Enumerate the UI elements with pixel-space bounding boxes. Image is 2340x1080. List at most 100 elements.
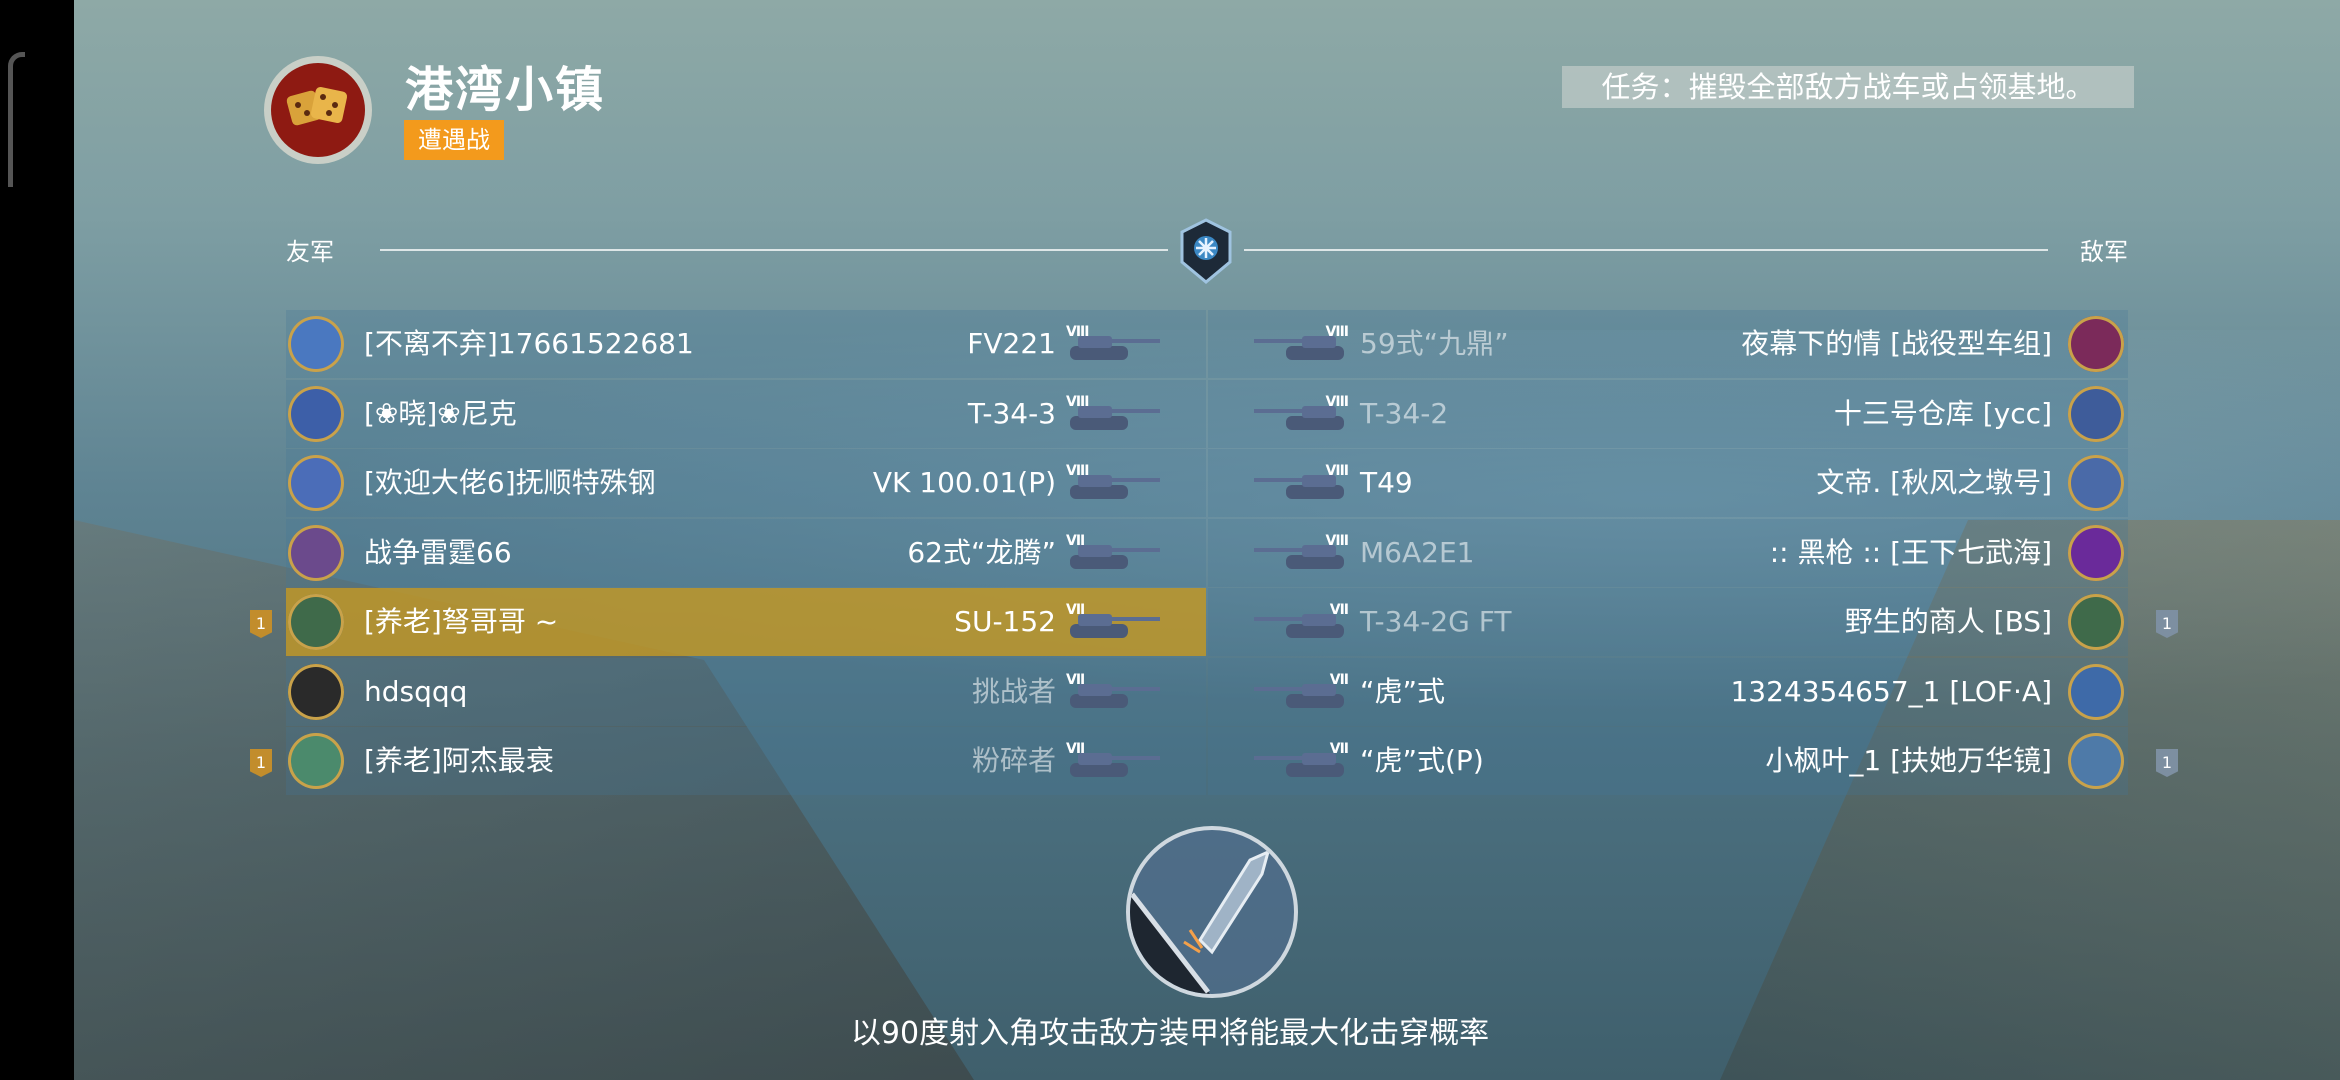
enemy-player-row[interactable]: :: 黑枪 :: [王下七武海] M6A2E1 VIII <box>1208 518 2128 587</box>
enemy-player-row[interactable]: 1 野生的商人 [BS] T-34-2G FT VII <box>1208 588 2178 656</box>
tank-tier: VIII <box>1066 324 1089 340</box>
player-name: 文帝. [秋风之墩号] <box>1816 466 2052 499</box>
tank-tier: VIII <box>1066 393 1089 410</box>
tank-silhouette-icon: VII <box>1248 671 1349 712</box>
tank-name: T49 <box>1360 466 1413 499</box>
platoon-badge: 1 <box>250 749 272 777</box>
tank-tier: VII <box>1329 671 1349 688</box>
ally-player-row[interactable]: 1 [养老]阿杰最衰 粉碎者 VII <box>250 727 1206 795</box>
tank-tier: VII <box>1329 741 1349 757</box>
tank-name: T-34-2G FT <box>1360 605 1512 638</box>
player-avatar-icon[interactable] <box>2068 733 2124 789</box>
tank-name: “虎”式(P) <box>1360 744 1484 777</box>
tank-silhouette-icon: VII <box>1248 741 1349 781</box>
player-avatar-icon[interactable] <box>288 455 344 511</box>
player-name: 十三号仓库 [ycc] <box>1833 396 2052 430</box>
tank-name: 59式“九鼎” <box>1360 327 1509 360</box>
header-divider-right <box>1244 249 2048 251</box>
player-avatar-icon[interactable] <box>2068 316 2124 372</box>
player-name: [欢迎大佬6]抚顺特殊钢 <box>364 466 656 499</box>
tank-tier: VII <box>1066 602 1085 618</box>
tank-silhouette-icon: VIII <box>1248 532 1349 573</box>
player-name: [养老]阿杰最衰 <box>364 744 554 777</box>
tank-tier: VIII <box>1066 463 1089 479</box>
player-name: [❀晓]❀尼克 <box>364 396 517 430</box>
player-avatar-icon[interactable] <box>2068 594 2124 650</box>
tank-silhouette-icon: VIII <box>1248 393 1349 434</box>
device-edge <box>0 0 74 1080</box>
tank-name: 粉碎者 <box>971 744 1056 777</box>
player-avatar-icon[interactable] <box>288 524 344 581</box>
tank-name: SU-152 <box>954 605 1056 638</box>
enemy-player-row[interactable]: 文帝. [秋风之墩号] T49 VIII <box>1208 449 2128 517</box>
ally-player-row[interactable]: hdsqqq 挑战者 VII <box>286 657 1206 726</box>
player-name: 小枫叶_1 [扶她万华镜] <box>1765 744 2052 777</box>
tank-name: FV221 <box>967 327 1056 360</box>
mission-text: 任务：摧毁全部敌方战车或占领基地。 <box>1562 66 2134 108</box>
tank-silhouette-icon: VIII <box>1066 463 1166 503</box>
tank-silhouette-icon: VIII <box>1248 463 1349 503</box>
player-avatar-icon[interactable] <box>288 733 344 789</box>
player-name: [不离不弃]17661522681 <box>364 327 694 360</box>
tank-tier: VIII <box>1325 532 1349 549</box>
tank-tier: VIII <box>1325 393 1349 410</box>
player-name: 战争雷霆66 <box>364 535 512 569</box>
tank-tier: VII <box>1066 532 1085 549</box>
tank-silhouette-icon: VIII <box>1066 324 1166 364</box>
back-gesture-handle[interactable] <box>8 52 25 187</box>
ally-player-row[interactable]: 1 [养老]弩哥哥 ~ SU-152 VII <box>250 588 1206 656</box>
map-emblem <box>264 56 372 164</box>
enemy-player-row[interactable]: 夜幕下的情 [战役型车组] 59式“九鼎” VIII <box>1208 310 2128 378</box>
player-avatar-icon[interactable] <box>288 594 344 650</box>
tank-silhouette-icon: VIII <box>1066 394 1166 434</box>
tank-name: 挑战者 <box>971 674 1056 708</box>
player-name: 夜幕下的情 [战役型车组] <box>1741 327 2052 360</box>
ally-player-row[interactable]: [欢迎大佬6]抚顺特殊钢 VK 100.01(P) VIII <box>286 449 1206 517</box>
tank-silhouette-icon: VII <box>1066 672 1166 712</box>
tank-tier: VII <box>1066 671 1085 688</box>
player-avatar-icon[interactable] <box>288 663 344 720</box>
enemy-team-label: 敌军 <box>2080 238 2128 266</box>
tank-tier: VII <box>1329 602 1349 618</box>
battle-mode-badge: 遭遇战 <box>404 120 504 160</box>
tank-tier: VIII <box>1325 324 1349 340</box>
player-avatar-icon[interactable] <box>2068 663 2124 720</box>
player-name: 1324354657_1 [LOF·A] <box>1730 674 2052 708</box>
header-divider-left <box>380 249 1168 251</box>
tank-name: VK 100.01(P) <box>872 466 1056 499</box>
tank-name: M6A2E1 <box>1360 535 1475 569</box>
loading-tip-text: 以90度射入角攻击敌方装甲将能最大化击穿概率 <box>850 1016 1490 1051</box>
ally-player-row[interactable]: [❀晓]❀尼克 T-34-3 VIII <box>286 379 1206 448</box>
player-avatar-icon[interactable] <box>288 385 344 442</box>
ally-team-label: 友军 <box>286 238 334 266</box>
tank-name: 62式“龙腾” <box>907 535 1056 569</box>
player-avatar-icon[interactable] <box>2068 455 2124 511</box>
player-avatar-icon[interactable] <box>288 316 344 372</box>
tank-tier: VIII <box>1325 463 1349 479</box>
enemy-player-row[interactable]: 十三号仓库 [ycc] T-34-2 VIII <box>1208 379 2128 448</box>
enemy-player-row[interactable]: 1324354657_1 [LOF·A] “虎”式 VII <box>1208 657 2128 726</box>
player-name: hdsqqq <box>364 674 468 708</box>
ally-player-row[interactable]: [不离不弃]17661522681 FV221 VIII <box>286 310 1206 378</box>
dice-icon <box>286 86 348 126</box>
tank-name: T-34-3 <box>967 396 1056 430</box>
player-avatar-icon[interactable] <box>2068 524 2124 581</box>
tank-silhouette-icon: VIII <box>1248 324 1349 364</box>
platoon-badge: 1 <box>2156 749 2178 777</box>
ally-player-row[interactable]: 战争雷霆66 62式“龙腾” VII <box>286 518 1206 587</box>
player-name: [养老]弩哥哥 ~ <box>364 605 559 638</box>
player-avatar-icon[interactable] <box>2068 385 2124 442</box>
enemy-player-row[interactable]: 1 小枫叶_1 [扶她万华镜] “虎”式(P) VII <box>1208 727 2178 795</box>
tank-name: T-34-2 <box>1360 396 1449 430</box>
player-name: :: 黑枪 :: [王下七武海] <box>1769 535 2052 569</box>
tank-tier: VII <box>1066 741 1085 757</box>
platoon-badge: 1 <box>2156 610 2178 638</box>
tank-silhouette-icon: VII <box>1066 602 1166 642</box>
tank-silhouette-icon: VII <box>1248 602 1349 642</box>
match-emblem-icon <box>1180 218 1232 284</box>
tank-silhouette-icon: VII <box>1066 741 1166 781</box>
platoon-badge: 1 <box>250 610 272 638</box>
map-title: 港湾小镇 <box>405 62 606 118</box>
tank-name: “虎”式 <box>1360 674 1446 708</box>
player-name: 野生的商人 [BS] <box>1844 605 2052 638</box>
